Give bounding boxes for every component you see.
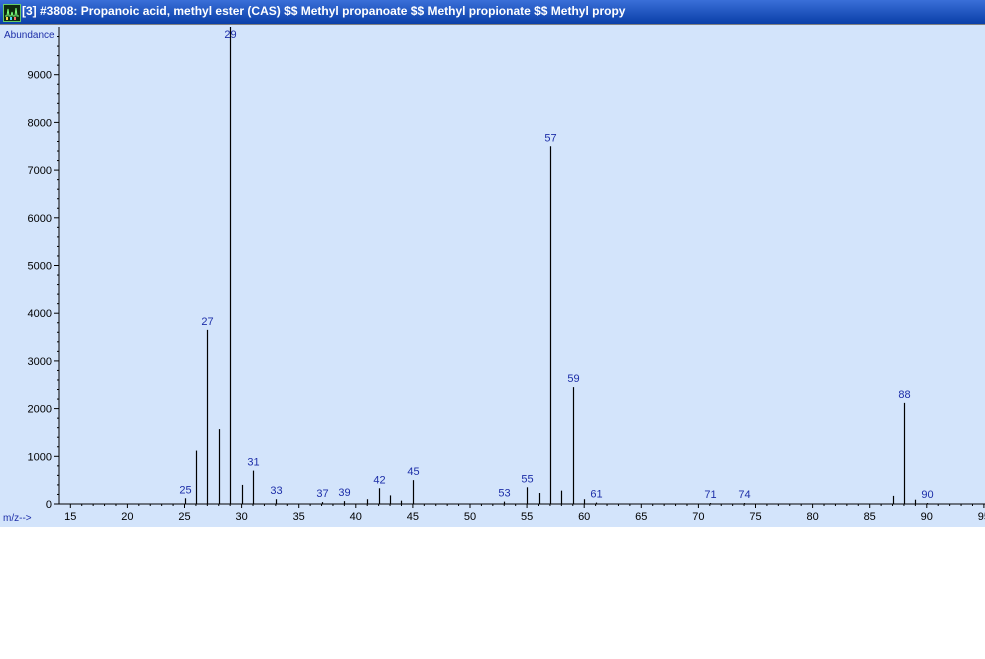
x-tick-label: 65	[635, 511, 647, 523]
x-tick-label: 80	[806, 511, 818, 523]
y-tick-label: 0	[46, 499, 52, 511]
x-tick-label: 70	[692, 511, 704, 523]
x-tick-label: 75	[749, 511, 761, 523]
peak-label: 45	[407, 466, 419, 478]
x-tick-label: 90	[921, 511, 933, 523]
x-tick-label: 15	[64, 511, 76, 523]
x-tick-label: 40	[350, 511, 362, 523]
peak-label: 88	[898, 389, 910, 401]
peak-label: 55	[521, 473, 533, 485]
x-tick-label: 25	[178, 511, 190, 523]
y-tick-label: 7000	[28, 165, 52, 177]
x-tick-label: 60	[578, 511, 590, 523]
y-axis-title: Abundance	[4, 30, 55, 41]
y-tick-label: 3000	[28, 356, 52, 368]
peak-label: 39	[338, 487, 350, 499]
peak-label: 61	[590, 489, 602, 501]
mass-spectrum-chart[interactable]: 0 1000 2000 3000 4000 5000 6000 7000 8000 9000 15 2…	[0, 25, 985, 527]
peak-label: 59	[567, 373, 579, 385]
x-tick-label: 85	[864, 511, 876, 523]
x-tick-label: 45	[407, 511, 419, 523]
x-tick-label: 55	[521, 511, 533, 523]
peak-label: 74	[738, 489, 750, 501]
x-tick-label: 50	[464, 511, 476, 523]
y-tick-label: 2000	[28, 404, 52, 416]
spectrum-window: [3] #3808: Propanoic acid, methyl ester …	[0, 0, 985, 527]
y-tick-label: 1000	[28, 451, 52, 463]
peak-label: 31	[247, 457, 259, 469]
peak-label: 53	[498, 488, 510, 500]
peak-label: 33	[270, 485, 282, 497]
y-tick-label: 4000	[28, 308, 52, 320]
peak-label: 90	[921, 489, 933, 501]
x-tick-label: 30	[235, 511, 247, 523]
peak-label: 42	[373, 474, 385, 486]
plot-background	[0, 25, 985, 527]
x-axis-title: m/z-->	[3, 513, 32, 524]
y-tick-label: 5000	[28, 261, 52, 273]
peak-label: 27	[201, 316, 213, 328]
peak-label: 29	[224, 29, 236, 41]
peak-label: 57	[544, 132, 556, 144]
x-tick-label: 95	[978, 511, 985, 523]
y-tick-label: 6000	[28, 213, 52, 225]
title-bar[interactable]: [3] #3808: Propanoic acid, methyl ester …	[0, 0, 985, 25]
x-tick-label: 35	[293, 511, 305, 523]
window-title: [3] #3808: Propanoic acid, methyl ester …	[22, 4, 626, 18]
y-tick-label: 9000	[28, 70, 52, 82]
peak-label: 25	[179, 484, 191, 496]
plot-frame: 0 1000 2000 3000 4000 5000 6000 7000 8000 9000 15 2…	[0, 24, 985, 527]
peak-label: 71	[704, 489, 716, 501]
peak-label: 37	[316, 488, 328, 500]
x-tick-label: 20	[121, 511, 133, 523]
y-tick-label: 8000	[28, 117, 52, 129]
spectrum-app-icon[interactable]	[3, 4, 21, 22]
